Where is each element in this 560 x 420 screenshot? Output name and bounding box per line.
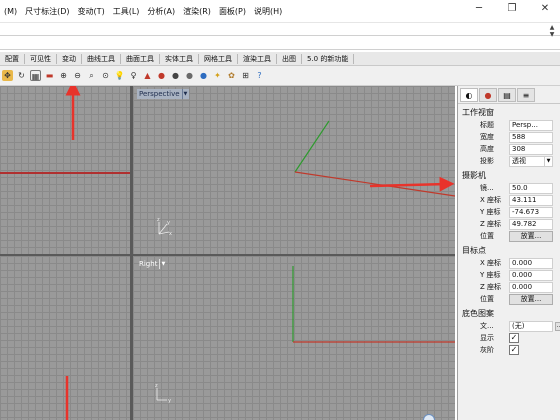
viewport-title-field[interactable]: Persp... <box>509 119 553 131</box>
browse-button[interactable]: ... <box>555 321 560 331</box>
zoom-in-icon[interactable]: ⊕ <box>58 70 69 81</box>
prop-row-width: 宽度 588 <box>458 131 560 143</box>
menu-item-dimension[interactable]: 尺寸标注(D) <box>21 6 73 17</box>
arrow-right-icon <box>369 176 455 192</box>
prop-row-grayscale: 灰阶 ✓ <box>480 345 519 355</box>
help-icon[interactable]: ? <box>254 70 265 81</box>
texture-icon[interactable]: ✿ <box>226 70 237 81</box>
menu-item-help[interactable]: 说明(H) <box>250 6 286 17</box>
prop-row-camera-location: 位置 放置... <box>458 230 560 242</box>
prop-row-camera-z: Z 座标 49.782 <box>458 218 560 230</box>
target-place-button[interactable]: 放置... <box>509 293 553 305</box>
properties-panel: ◐ ● ▤ ≡ 工作视窗 标题 Persp... 宽度 588 高度 308 投… <box>457 86 560 420</box>
section-background-title: 底色图案 <box>462 309 494 318</box>
grayscale-checkbox[interactable]: ✓ <box>509 345 519 355</box>
command-history <box>0 22 560 35</box>
shaded-sphere-icon[interactable]: ● <box>170 70 181 81</box>
lens-length-field[interactable]: 50.0 <box>509 182 553 194</box>
target-y-field[interactable]: 0.000 <box>509 269 553 281</box>
command-input[interactable] <box>0 35 560 50</box>
prop-row-target-z: Z 座标 0.000 <box>458 281 560 293</box>
close-button[interactable]: ✕ <box>530 0 560 16</box>
tab-curve-tools[interactable]: 曲线工具 <box>82 53 121 64</box>
layout-icon[interactable]: ⊞ <box>240 70 251 81</box>
target-x-field[interactable]: 0.000 <box>509 257 553 269</box>
menu-item-panels[interactable]: 面板(P) <box>215 6 250 17</box>
camera-z-field[interactable]: 49.782 <box>509 218 553 230</box>
tab-render-tools[interactable]: 渲染工具 <box>238 53 277 64</box>
help-tab-icon[interactable]: ≡ <box>517 87 535 102</box>
menu-item-transform[interactable]: 变动(T) <box>74 6 109 17</box>
material-tab-icon[interactable]: ● <box>479 87 497 102</box>
background-file-field[interactable]: (无) <box>509 320 553 332</box>
tab-transform[interactable]: 变动 <box>57 53 82 64</box>
show-checkbox[interactable]: ✓ <box>509 333 519 343</box>
light-icon[interactable]: ✦ <box>212 70 223 81</box>
section-camera-title: 摄影机 <box>462 171 486 180</box>
prop-row-target-x: X 座标 0.000 <box>458 257 560 269</box>
prop-row-show: 显示 ✓ <box>480 333 519 343</box>
section-viewport-title: 工作视窗 <box>462 108 494 117</box>
prop-row-camera-y: Y 座标 -74.673 <box>458 206 560 218</box>
tab-visibility[interactable]: 可见性 <box>25 53 57 64</box>
restore-button[interactable]: ❐ <box>497 0 527 16</box>
bulb-icon[interactable]: ♀ <box>128 70 139 81</box>
camera-x-field[interactable]: 43.111 <box>509 194 553 206</box>
warning-icon[interactable]: ▲ <box>142 70 153 81</box>
prop-row-lens: 镜... 50.0 <box>458 182 560 194</box>
car-icon[interactable]: ▬ <box>44 70 55 81</box>
grid-icon[interactable]: ▦ <box>30 70 41 81</box>
viewport-height-field[interactable]: 308 <box>509 143 553 155</box>
material-icon[interactable]: ● <box>156 70 167 81</box>
rotate-view-icon[interactable]: ↻ <box>16 70 27 81</box>
viewport-width-field[interactable]: 588 <box>509 131 553 143</box>
pan-icon[interactable]: ✥ <box>2 70 13 81</box>
camera-place-button[interactable]: 放置... <box>509 230 553 242</box>
projection-select[interactable]: 透视 ▼ <box>509 155 553 167</box>
tab-solid-tools[interactable]: 实体工具 <box>160 53 199 64</box>
panel-tabs: ◐ ● ▤ ≡ <box>458 86 560 104</box>
target-z-field[interactable]: 0.000 <box>509 281 553 293</box>
tab-mesh-tools[interactable]: 网格工具 <box>199 53 238 64</box>
menu-item-tools[interactable]: 工具(L) <box>109 6 144 17</box>
menu-item-m[interactable]: (M) <box>0 7 21 16</box>
toolbar-tabs: 配置 可见性 变动 曲线工具 曲面工具 实体工具 网格工具 渲染工具 出图 5.… <box>0 52 560 66</box>
annotation-arrows <box>65 86 455 420</box>
blue-sphere-icon[interactable]: ● <box>198 70 209 81</box>
section-target-title: 目标点 <box>462 246 486 255</box>
properties-tab-icon[interactable]: ◐ <box>460 87 478 102</box>
zoom-window-icon[interactable]: ⊖ <box>72 70 83 81</box>
prop-row-height: 高度 308 <box>458 143 560 155</box>
command-scroll[interactable]: ▲ ▼ <box>548 24 556 48</box>
zoom-selected-icon[interactable]: ⊙ <box>100 70 111 81</box>
prop-row-target-y: Y 座标 0.000 <box>458 269 560 281</box>
prop-row-file: 文... (无) ... <box>458 320 560 332</box>
tab-config[interactable]: 配置 <box>0 53 25 64</box>
lightbulb-icon[interactable]: 💡 <box>114 70 125 81</box>
tab-new-in-v5[interactable]: 5.0 的新功能 <box>302 53 355 64</box>
tab-drafting[interactable]: 出图 <box>277 53 302 64</box>
prop-row-camera-x: X 座标 43.111 <box>458 194 560 206</box>
layers-tab-icon[interactable]: ▤ <box>498 87 516 102</box>
camera-y-field[interactable]: -74.673 <box>509 206 553 218</box>
menu-item-render[interactable]: 渲染(R) <box>179 6 215 17</box>
prop-row-target-location: 位置 放置... <box>458 293 560 305</box>
zoom-extents-icon[interactable]: ⌕ <box>86 70 97 81</box>
rendered-sphere-icon[interactable]: ● <box>184 70 195 81</box>
minimize-button[interactable]: ─ <box>464 0 494 16</box>
tab-surface-tools[interactable]: 曲面工具 <box>121 53 160 64</box>
chevron-down-icon[interactable]: ▼ <box>544 156 552 166</box>
menu-item-analyze[interactable]: 分析(A) <box>143 6 179 17</box>
prop-row-title: 标题 Persp... <box>458 119 560 131</box>
prop-row-projection: 投影 透视 ▼ <box>458 155 560 167</box>
icon-toolbar: ✥ ↻ ▦ ▬ ⊕ ⊖ ⌕ ⊙ 💡 ♀ ▲ ● ● ● ● ✦ ✿ ⊞ ? <box>0 66 560 86</box>
